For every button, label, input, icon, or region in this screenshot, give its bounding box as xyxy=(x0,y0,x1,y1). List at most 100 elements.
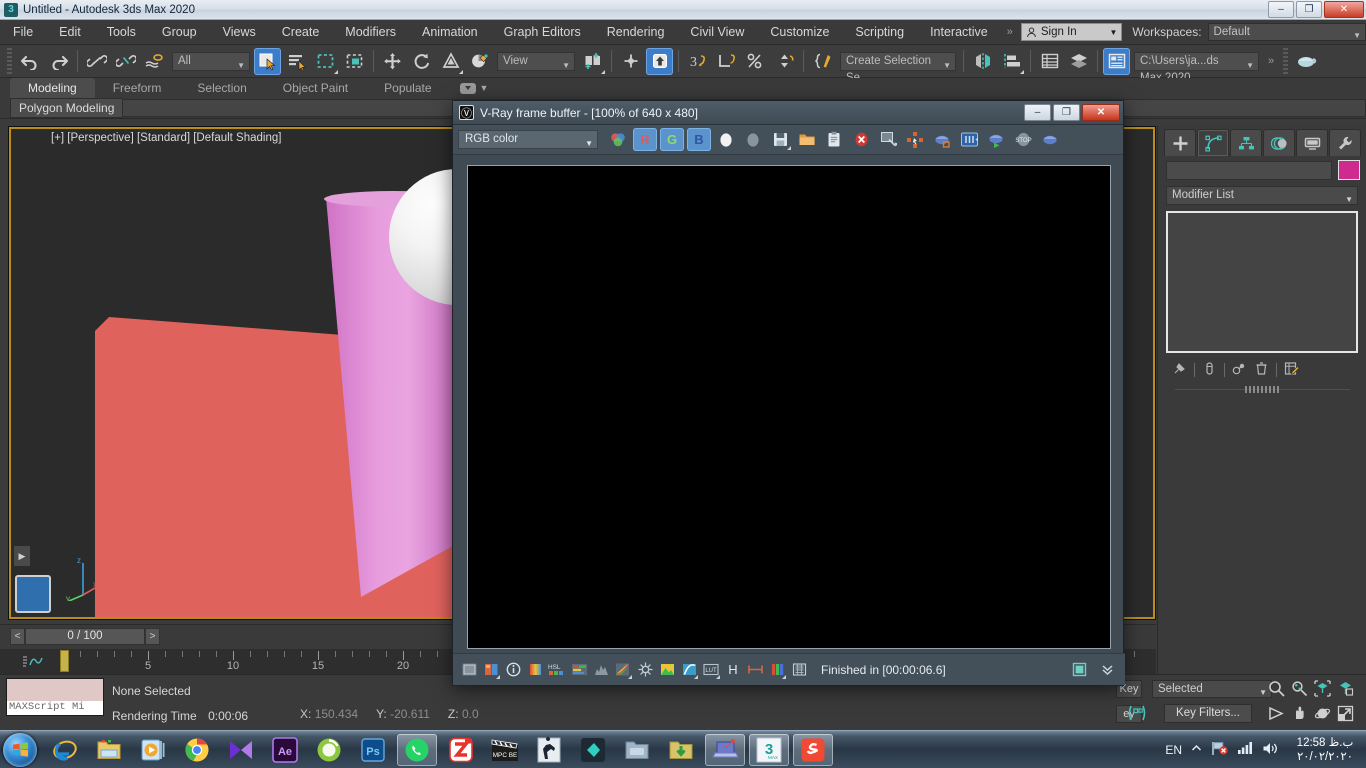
close-button[interactable]: ✕ xyxy=(1324,1,1364,18)
use-selection-center-button[interactable] xyxy=(617,48,644,75)
folder-app-icon[interactable] xyxy=(617,734,657,766)
render-last-icon[interactable] xyxy=(930,128,954,151)
ribbon-tab-object-paint[interactable]: Object Paint xyxy=(265,78,366,98)
key-mode-combo[interactable]: Selected ▼ xyxy=(1152,680,1272,698)
layer-explorer-button[interactable] xyxy=(1036,48,1063,75)
render-last-again-icon[interactable] xyxy=(1038,128,1062,151)
ribbon-tab-modeling[interactable]: Modeling xyxy=(10,78,95,98)
filmora-icon[interactable] xyxy=(573,734,613,766)
show-last-vfb-state-icon[interactable] xyxy=(459,660,479,680)
render-region-icon[interactable] xyxy=(957,128,981,151)
mpc-be-icon[interactable]: MPC BE xyxy=(485,734,525,766)
material-editor-button[interactable] xyxy=(1292,48,1319,75)
project-path-combo[interactable]: C:\Users\ja...ds Max 2020 ▼ xyxy=(1134,51,1259,84)
next-frame-button[interactable]: > xyxy=(145,628,160,645)
reference-coordinate-combo[interactable]: View ▼ xyxy=(497,51,575,71)
pan-view-icon[interactable] xyxy=(1291,705,1308,725)
command-panel-divider[interactable] xyxy=(1174,386,1350,393)
duplicate-to-max-icon[interactable] xyxy=(876,128,900,151)
pin-stack-icon[interactable] xyxy=(1172,361,1187,379)
clipboard-icon[interactable] xyxy=(822,128,846,151)
vfb-minimize-button[interactable]: – xyxy=(1024,104,1051,121)
use-pivot-point-center-button[interactable] xyxy=(579,48,606,75)
maxscript-output-pane[interactable] xyxy=(7,679,103,701)
ribbon-tab-selection[interactable]: Selection xyxy=(179,78,264,98)
bind-to-space-warp-button[interactable] xyxy=(141,48,168,75)
menu-customize[interactable]: Customize xyxy=(757,20,842,45)
make-unique-icon[interactable] xyxy=(1232,361,1247,379)
maximize-button[interactable]: ❐ xyxy=(1296,1,1322,18)
toolbar-grip[interactable] xyxy=(7,48,12,74)
alpha-channel-toggle[interactable] xyxy=(714,128,738,151)
ocio-icon[interactable] xyxy=(745,660,765,680)
time-slider-handle[interactable] xyxy=(60,650,69,672)
menu-civil-view[interactable]: Civil View xyxy=(677,20,757,45)
align-button[interactable] xyxy=(998,48,1025,75)
menu-edit[interactable]: Edit xyxy=(46,20,94,45)
network-icon[interactable] xyxy=(1211,741,1228,759)
viewcube[interactable] xyxy=(15,575,51,613)
whatsapp-icon[interactable] xyxy=(397,733,437,766)
laptop-app-icon[interactable] xyxy=(705,733,745,766)
hierarchy-tab[interactable] xyxy=(1230,129,1262,156)
display-tab[interactable] xyxy=(1296,129,1328,156)
menu-graph-editors[interactable]: Graph Editors xyxy=(491,20,594,45)
ribbon-tab-populate[interactable]: Populate xyxy=(366,78,449,98)
zoom-extents-icon[interactable] xyxy=(1314,680,1331,700)
menu-create[interactable]: Create xyxy=(269,20,333,45)
angle-snap-toggle-button[interactable] xyxy=(713,48,740,75)
media-player-icon[interactable] xyxy=(133,734,173,766)
blue-channel-toggle[interactable]: B xyxy=(687,128,711,151)
motion-tab[interactable] xyxy=(1263,129,1295,156)
undo-button[interactable] xyxy=(16,48,43,75)
photoshop-icon[interactable]: Ps xyxy=(353,734,393,766)
select-and-scale-button[interactable] xyxy=(437,48,464,75)
download-app-icon[interactable] xyxy=(661,734,701,766)
minimize-button[interactable]: – xyxy=(1268,1,1294,18)
toolbar-grip[interactable] xyxy=(1283,48,1289,74)
vray-frame-buffer-window[interactable]: Ⓥ V-Ray frame buffer - [100% of 640 x 48… xyxy=(452,100,1125,686)
select-and-move-button[interactable] xyxy=(379,48,406,75)
project-folder-button[interactable] xyxy=(1103,47,1130,75)
menu-modifiers[interactable]: Modifiers xyxy=(332,20,409,45)
hsl-curve-icon[interactable]: HSL xyxy=(547,660,567,680)
menu-animation[interactable]: Animation xyxy=(409,20,491,45)
viewport-expand-toggle[interactable]: ▶ xyxy=(13,545,31,567)
rectangular-selection-region-button[interactable] xyxy=(312,48,339,75)
menu-file[interactable]: File xyxy=(0,20,46,45)
vfb-render-canvas[interactable] xyxy=(467,165,1111,649)
clear-image-icon[interactable] xyxy=(849,128,873,151)
current-frame-display[interactable]: 0 / 100 xyxy=(25,628,145,645)
select-and-place-button[interactable] xyxy=(466,48,493,75)
color-corrections-icon[interactable] xyxy=(525,660,545,680)
select-and-link-button[interactable] xyxy=(83,48,110,75)
object-name-field[interactable] xyxy=(1166,160,1332,180)
named-selection-sets-combo[interactable]: Create Selection Se ▼ xyxy=(840,51,956,84)
selection-filter-combo[interactable]: All ▼ xyxy=(172,51,250,71)
redo-button[interactable] xyxy=(45,48,72,75)
select-object-button[interactable] xyxy=(254,47,281,75)
maxscript-input-pane[interactable]: MAXScript Mi xyxy=(7,701,103,715)
create-tab[interactable] xyxy=(1164,129,1196,156)
track-mouse-region-icon[interactable] xyxy=(903,128,927,151)
utilities-tab[interactable] xyxy=(1329,129,1361,156)
modify-tab[interactable] xyxy=(1197,129,1229,156)
configure-modifier-sets-icon[interactable] xyxy=(1284,361,1300,379)
show-end-result-icon[interactable] xyxy=(1202,361,1217,379)
save-image-icon[interactable] xyxy=(768,128,792,151)
maximize-viewport-toggle-icon[interactable] xyxy=(1337,705,1354,725)
coord-x-value[interactable]: 150.434 xyxy=(315,707,358,721)
internet-explorer-icon[interactable] xyxy=(45,734,85,766)
menu-tools[interactable]: Tools xyxy=(94,20,149,45)
menu-group[interactable]: Group xyxy=(149,20,210,45)
orbit-icon[interactable] xyxy=(1314,705,1331,725)
vfb-title-bar[interactable]: Ⓥ V-Ray frame buffer - [100% of 640 x 48… xyxy=(453,101,1123,125)
video-app-icon[interactable] xyxy=(221,734,261,766)
pixel-info-icon[interactable] xyxy=(503,660,523,680)
google-chrome-icon[interactable] xyxy=(177,734,217,766)
mirror-button[interactable] xyxy=(969,48,996,75)
maxscript-mini-listener[interactable]: MAXScript Mi xyxy=(6,678,104,716)
history-panel-icon[interactable] xyxy=(1069,660,1089,680)
signal-icon[interactable] xyxy=(1237,741,1253,758)
stop-render-icon[interactable]: STOP xyxy=(1011,128,1035,151)
